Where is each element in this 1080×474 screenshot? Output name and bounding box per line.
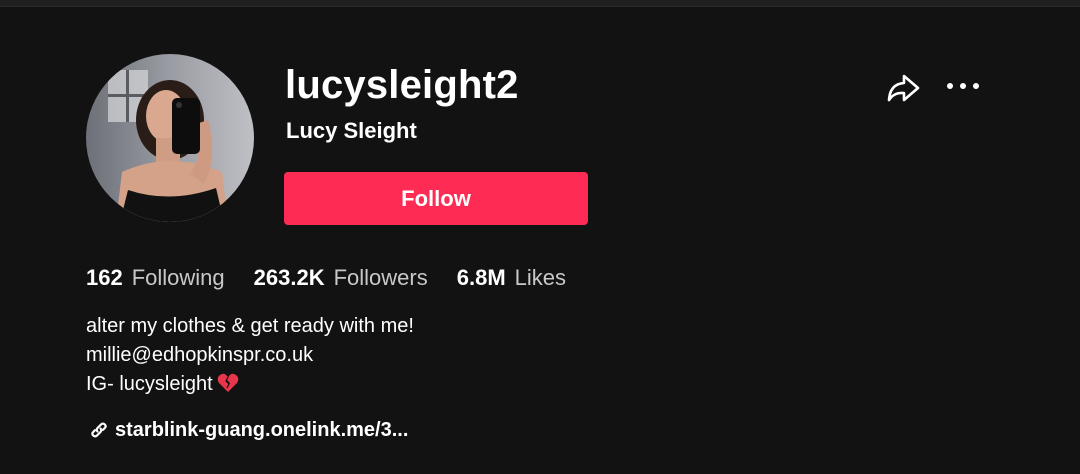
link-icon [88,419,110,441]
follow-button[interactable]: Follow [284,172,588,225]
followers-count: 263.2K [253,265,325,290]
followers-stat[interactable]: 263.2K Followers [254,262,428,294]
following-label: Following [131,265,225,290]
following-stat[interactable]: 162 Following [86,262,225,294]
profile-link[interactable]: starblink-guang.onelink.me/3... [88,416,408,444]
bio-line-3: IG- lucysleight [86,370,414,399]
following-count: 162 [86,265,123,290]
share-icon[interactable] [885,71,921,105]
likes-count: 6.8M [456,265,506,290]
profile-display-name: Lucy Sleight [286,118,417,143]
likes-stat: 6.8M Likes [457,262,566,294]
top-border [0,0,1080,7]
broken-heart-icon [217,373,239,393]
profile-bio: alter my clothes & get ready with me! mi… [86,312,414,399]
profile-link-text[interactable]: starblink-guang.onelink.me/3... [115,416,408,444]
bio-line-2: millie@edhopkinspr.co.uk [86,344,314,366]
likes-label: Likes [514,265,567,290]
profile-stats: 162 Following 263.2K Followers 6.8M Like… [86,262,595,294]
bio-line-1: alter my clothes & get ready with me! [86,315,414,337]
profile-avatar[interactable] [86,54,254,222]
profile-username: lucysleight2 [285,63,519,107]
more-options-icon[interactable] [944,71,984,101]
bio-line-3-text: IG- lucysleight [86,373,213,395]
followers-label: Followers [333,265,428,290]
